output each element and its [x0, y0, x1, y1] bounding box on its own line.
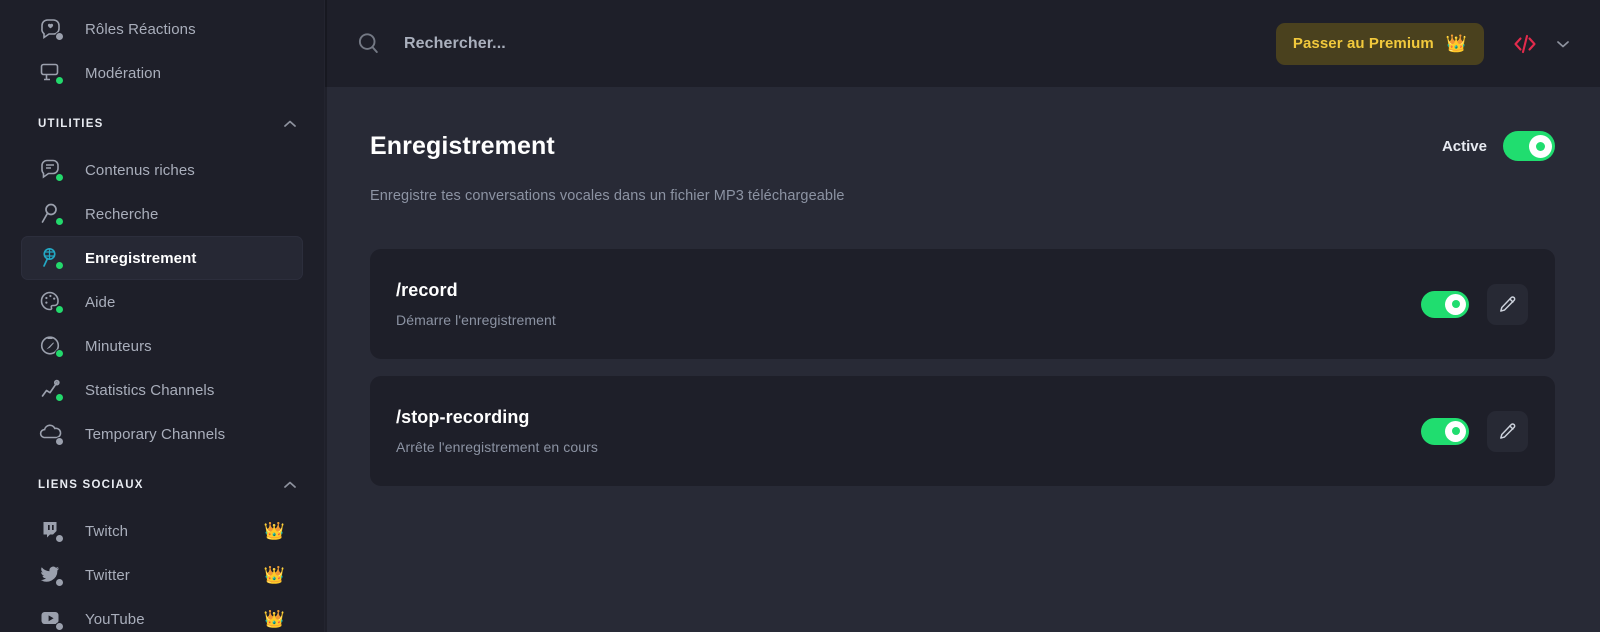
premium-button-label: Passer au Premium — [1292, 35, 1434, 52]
sidebar: Rôles Réactions Modération UTILITIES Con… — [0, 0, 325, 632]
code-brackets-icon[interactable] — [1510, 29, 1540, 59]
statistics-icon — [38, 377, 64, 403]
toggle-knob — [1445, 293, 1466, 315]
sidebar-section-utilities[interactable]: UTILITIES — [21, 106, 303, 142]
command-info: /record Démarre l'enregistrement — [396, 280, 1421, 328]
sidebar-item-label: YouTube — [85, 610, 145, 628]
status-dot — [55, 393, 64, 402]
status-dot — [55, 305, 64, 314]
crown-icon: 👑 — [263, 521, 285, 541]
reaction-roles-icon — [38, 16, 64, 42]
command-enable-toggle[interactable] — [1421, 417, 1469, 445]
timer-icon — [38, 333, 64, 359]
sidebar-item-label: Enregistrement — [85, 249, 197, 267]
status-dot — [55, 622, 64, 631]
status-dot — [55, 437, 64, 446]
topbar: Passer au Premium 👑 — [325, 0, 1600, 87]
sidebar-section-title: UTILITIES — [38, 118, 104, 130]
main-area: Passer au Premium 👑 Enregistrement Activ… — [325, 0, 1600, 632]
sidebar-item-moderation[interactable]: Modération — [21, 51, 303, 95]
crown-icon: 👑 — [263, 565, 285, 585]
sidebar-item-label: Twitter — [85, 566, 130, 584]
chevron-up-icon[interactable] — [281, 476, 299, 494]
sidebar-item-label: Contenus riches — [85, 161, 195, 179]
command-info: /stop-recording Arrête l'enregistrement … — [396, 407, 1421, 455]
command-actions — [1421, 410, 1528, 452]
temporary-channels-icon — [38, 421, 64, 447]
command-actions — [1421, 283, 1528, 325]
command-enable-toggle[interactable] — [1421, 290, 1469, 318]
sidebar-item-label: Twitch — [85, 522, 129, 540]
sidebar-item-recherche[interactable]: Recherche — [21, 192, 303, 236]
sidebar-item-youtube[interactable]: YouTube 👑 — [21, 597, 303, 632]
sidebar-item-statistics-channels[interactable]: Statistics Channels — [21, 368, 303, 412]
status-dot — [55, 217, 64, 226]
premium-upgrade-button[interactable]: Passer au Premium 👑 — [1275, 22, 1484, 65]
sidebar-item-enregistrement[interactable]: Enregistrement — [21, 236, 303, 280]
page-description: Enregistre tes conversations vocales dan… — [370, 188, 845, 204]
sidebar-item-label: Recherche — [85, 205, 159, 223]
help-palette-icon — [38, 289, 64, 315]
sidebar-section-liens-sociaux[interactable]: LIENS SOCIAUX — [21, 467, 303, 503]
rich-content-icon — [38, 157, 64, 183]
sidebar-item-contenus-riches[interactable]: Contenus riches — [21, 148, 303, 192]
twitch-icon — [38, 518, 64, 544]
status-dot — [55, 76, 64, 85]
toggle-knob — [1528, 134, 1552, 158]
sidebar-item-label: Rôles Réactions — [85, 20, 196, 38]
moderation-icon — [38, 60, 64, 86]
command-name: /record — [396, 280, 458, 300]
page-header: Enregistrement Active — [370, 131, 1555, 161]
command-description: Démarre l'enregistrement — [396, 312, 556, 328]
app-root: Rôles Réactions Modération UTILITIES Con… — [0, 0, 1600, 632]
command-card: /record Démarre l'enregistrement — [370, 249, 1555, 359]
crown-icon: 👑 — [1445, 34, 1467, 53]
pencil-icon — [1498, 422, 1517, 441]
sidebar-item-twitter[interactable]: Twitter 👑 — [21, 553, 303, 597]
sidebar-item-twitch[interactable]: Twitch 👑 — [21, 509, 303, 553]
sidebar-item-label: Aide — [85, 293, 116, 311]
twitter-icon — [38, 562, 64, 588]
module-active-control: Active — [1442, 131, 1555, 161]
status-dot — [55, 32, 64, 41]
command-description: Arrête l'enregistrement en cours — [396, 439, 598, 455]
command-edit-button[interactable] — [1487, 410, 1528, 452]
youtube-icon — [38, 606, 64, 632]
sidebar-item-label: Temporary Channels — [85, 425, 226, 443]
status-dot — [55, 578, 64, 587]
sidebar-item-label: Statistics Channels — [85, 381, 215, 399]
content-area: Enregistrement Active Enregistre tes con… — [325, 87, 1600, 632]
command-edit-button[interactable] — [1487, 283, 1528, 325]
sidebar-item-aide[interactable]: Aide — [21, 280, 303, 324]
toggle-knob — [1445, 420, 1466, 442]
sidebar-item-label: Minuteurs — [85, 337, 152, 355]
recording-icon — [38, 245, 64, 271]
sidebar-item-roles-reactions[interactable]: Rôles Réactions — [21, 7, 303, 51]
command-card: /stop-recording Arrête l'enregistrement … — [370, 376, 1555, 486]
status-dot — [55, 261, 64, 270]
sidebar-item-label: Modération — [85, 64, 162, 82]
status-dot — [55, 173, 64, 182]
chevron-down-icon[interactable] — [1552, 33, 1574, 55]
crown-icon: 👑 — [263, 609, 285, 629]
sidebar-item-temporary-channels[interactable]: Temporary Channels — [21, 412, 303, 456]
active-toggle-label: Active — [1441, 137, 1487, 155]
status-dot — [55, 534, 64, 543]
status-dot — [55, 349, 64, 358]
search-bar[interactable] — [355, 30, 1276, 57]
search-input[interactable] — [404, 34, 824, 53]
module-active-toggle[interactable] — [1503, 131, 1555, 161]
sidebar-section-title: LIENS SOCIAUX — [38, 479, 144, 491]
page-title: Enregistrement — [370, 131, 555, 160]
search-magnifier-icon — [38, 201, 64, 227]
chevron-up-icon[interactable] — [281, 115, 299, 133]
sidebar-item-minuteurs[interactable]: Minuteurs — [21, 324, 303, 368]
pencil-icon — [1498, 295, 1517, 314]
command-name: /stop-recording — [396, 407, 530, 427]
search-icon — [355, 30, 382, 57]
commands-list: /record Démarre l'enregistrement /stop-r… — [370, 249, 1555, 486]
